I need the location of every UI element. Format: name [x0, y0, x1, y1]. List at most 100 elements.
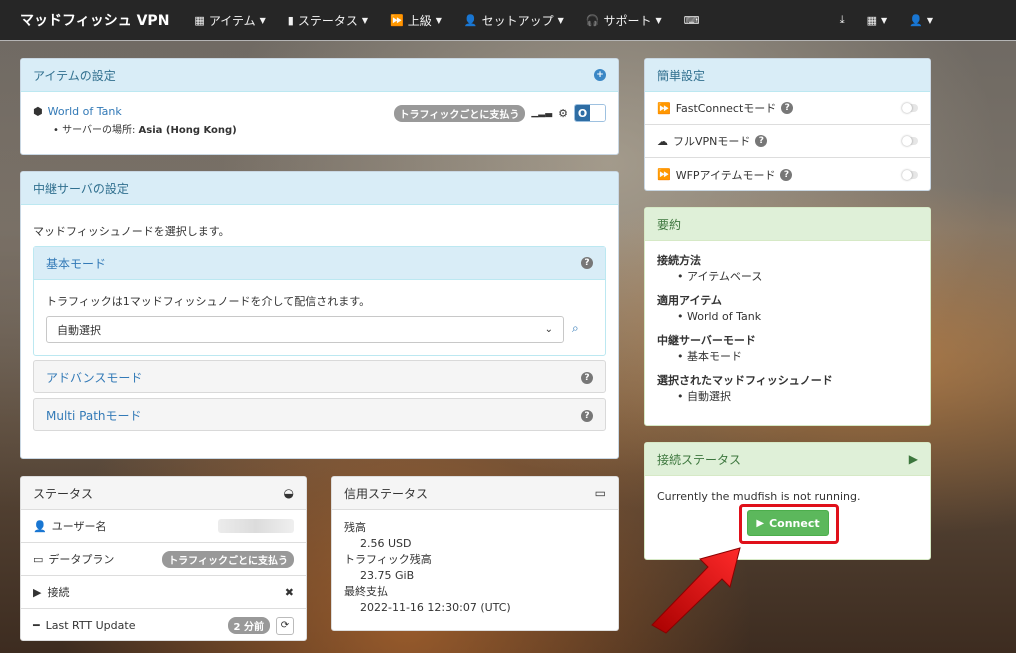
username-label: ユーザー名 [51, 520, 107, 533]
relay-settings-title: 中継サーバの設定 [33, 181, 129, 196]
user-icon: 👤 [33, 519, 47, 533]
credit-status-header: 信用ステータス ▭ [332, 477, 618, 510]
pay-per-traffic-badge: トラフィックごとに支払う [393, 104, 526, 122]
nav-setup-menu[interactable]: 👤 セットアップ ▼ [453, 0, 575, 41]
grid-icon: ▦ [194, 13, 205, 27]
fastconnect-switch[interactable] [902, 103, 918, 113]
basic-mode-panel: 基本モード ? トラフィックは1マッドフィッシュノードを介して配信されます。 自… [33, 246, 606, 356]
relay-settings-header: 中継サーバの設定 [21, 172, 618, 205]
wfp-switch[interactable] [902, 169, 918, 180]
server-location: • サーバーの場所: Asia (Hong Kong) [53, 121, 237, 136]
help-icon[interactable]: ? [781, 102, 794, 114]
cloud-icon: ☁ [657, 134, 668, 148]
connection-row: ▶ 接続 ✖ [21, 576, 306, 609]
signal-icon: ▁▂▃ [531, 108, 553, 118]
refresh-icon: ⟳ [280, 620, 290, 631]
item-row: ⬢ World of Tank [33, 105, 122, 118]
play-icon: ▶ [33, 585, 42, 599]
item-name-link[interactable]: World of Tank [48, 105, 122, 118]
connection-value: ✖ [284, 585, 294, 599]
username-value-wrap [218, 519, 294, 533]
refresh-button[interactable]: ⟳ [276, 616, 294, 635]
connect-method-value: アイテムベース [657, 269, 918, 285]
rtt-row: ━ Last RTT Update 2 分前 ⟳ [21, 609, 306, 640]
nav-account-menu[interactable]: 👤 ▼ [898, 0, 944, 41]
nav-right-group: ⤓ ▦ ▼ 👤 ▼ [829, 0, 1016, 41]
nav-keyboard[interactable]: ⌨ [673, 0, 711, 41]
nav-download[interactable]: ⤓ [829, 0, 856, 41]
nav-items-label: アイテム [208, 13, 256, 28]
summary-body: 接続方法 アイテムベース 適用アイテム World of Tank 中継サーバー… [645, 241, 930, 415]
caret-down-icon: ▼ [435, 15, 442, 25]
connect-method-label: 接続方法 [657, 254, 701, 267]
fastconnect-label: FastConnectモード [675, 102, 777, 115]
fullvpn-switch[interactable] [902, 136, 918, 146]
server-label: サーバーの場所: [62, 125, 136, 136]
dashboard-icon: ◒ [283, 486, 294, 500]
server-value: Asia (Hong Kong) [138, 125, 237, 136]
connect-button[interactable]: ▶ Connect [747, 510, 829, 536]
help-icon[interactable]: ? [780, 168, 793, 181]
nav-status-menu[interactable]: ▮ ステータス ▼ [277, 0, 379, 41]
add-icon[interactable]: + [594, 69, 606, 81]
item-toggle-switch[interactable]: O [574, 104, 606, 122]
credit-card-icon: ▭ [33, 552, 44, 566]
fastconnect-row: ⏩ FastConnectモード ? [645, 92, 930, 125]
status-header: ステータス ◒ [21, 477, 306, 510]
node-select[interactable]: 自動選択 ⌄ [46, 316, 564, 343]
fast-forward-icon: ⏩ [390, 13, 404, 27]
fastconnect-switch-wrap [902, 103, 918, 113]
summary-panel: 要約 接続方法 アイテムベース 適用アイテム World of Tank 中継サ… [644, 207, 931, 426]
quick-settings-panel: 簡単設定 ⏩ FastConnectモード ? ☁ フルVPNモード ? ⏩ W… [644, 58, 931, 191]
dataplan-row: ▭ データプラン トラフィックごとに支払う [21, 543, 306, 576]
relay-description: マッドフィッシュノードを選択します。 [33, 225, 230, 238]
annotation-arrow [651, 547, 741, 634]
multipath-mode-header[interactable]: Multi Pathモード ? [34, 399, 605, 432]
caret-down-icon: ▼ [361, 15, 369, 25]
help-icon[interactable]: ? [581, 409, 593, 422]
relay-mode-label: 中継サーバーモード [657, 334, 756, 347]
item-settings-title: アイテムの設定 [33, 68, 116, 83]
connection-label: 接続 [47, 586, 70, 599]
wfp-switch-wrap [902, 169, 918, 180]
fullvpn-label: フルVPNモード [673, 135, 751, 148]
nav-setup-label: セットアップ [481, 13, 554, 28]
node-select-value: 自動選択 [57, 323, 101, 337]
multipath-mode-title: Multi Pathモード [46, 409, 142, 423]
item-settings-panel: アイテムの設定 + ⬢ World of Tank • サーバーの場所: Asi… [20, 58, 619, 155]
nav-apps-menu[interactable]: ▦ ▼ [856, 0, 899, 41]
search-icon[interactable]: ⌕ [572, 321, 579, 336]
relay-settings-panel: 中継サーバの設定 マッドフィッシュノードを選択します。 基本モード ? トラフィ… [20, 171, 619, 459]
brand-logo[interactable]: マッドフィッシュ VPN [20, 10, 169, 30]
play-icon[interactable]: ▶ [909, 452, 918, 466]
quick-settings-title: 簡単設定 [657, 68, 706, 83]
selected-node-value: 自動選択 [657, 389, 918, 405]
username-value-blurred [218, 519, 294, 533]
caret-down-icon: ▼ [655, 15, 662, 25]
advanced-mode-panel: アドバンスモード ? [33, 360, 606, 393]
help-icon[interactable]: ? [755, 135, 768, 147]
chevron-down-icon: ⌄ [544, 324, 553, 335]
nav-support-menu[interactable]: 🎧 サポート ▼ [575, 0, 673, 41]
help-icon[interactable]: ? [581, 371, 593, 384]
nav-advanced-label: 上級 [407, 13, 432, 28]
item-controls: トラフィックごとに支払う ▁▂▃ ⚙ O [393, 104, 606, 122]
toggle-off-area [590, 105, 605, 121]
minus-icon: ━ [33, 619, 40, 632]
balance-value: 2.56 USD [360, 537, 412, 550]
dataplan-badge-wrap: トラフィックごとに支払う [162, 550, 294, 568]
top-navbar: マッドフィッシュ VPN ▦ アイテム ▼ ▮ ステータス ▼ ⏩ 上級 ▼ 👤… [0, 0, 1016, 41]
fullvpn-switch-wrap [902, 136, 918, 146]
username-row: 👤 ユーザー名 [21, 510, 306, 543]
caret-down-icon: ▼ [259, 15, 266, 25]
multipath-mode-panel: Multi Pathモード ? [33, 398, 606, 431]
user-icon: 👤 [463, 13, 478, 27]
nav-advanced-menu[interactable]: ⏩ 上級 ▼ [379, 0, 453, 41]
nav-items-menu[interactable]: ▦ アイテム ▼ [183, 0, 276, 41]
help-icon[interactable]: ? [581, 257, 593, 269]
advanced-mode-header[interactable]: アドバンスモード ? [34, 361, 605, 394]
gear-icon[interactable]: ⚙ [558, 107, 568, 120]
basic-mode-header[interactable]: 基本モード ? [34, 247, 605, 280]
last-payment-label: 最終支払 [344, 585, 388, 598]
bar-chart-icon: ▮ [287, 13, 294, 27]
